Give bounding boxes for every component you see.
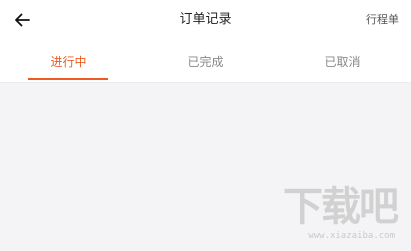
- tab-cancelled[interactable]: 已取消: [274, 40, 411, 82]
- watermark-main-text: 下载吧: [283, 183, 399, 230]
- itinerary-link[interactable]: 行程单: [366, 12, 399, 28]
- order-tabs: 进行中 已完成 已取消: [0, 40, 411, 83]
- header-bar: 订单记录 行程单: [0, 0, 411, 40]
- active-tab-indicator: [28, 78, 108, 80]
- watermark-logo: 下载吧 www.xiazaiba.com: [255, 175, 405, 245]
- watermark-url-text: www.xiazaiba.com: [308, 231, 395, 241]
- tab-completed[interactable]: 已完成: [137, 40, 274, 82]
- page-title: 订单记录: [179, 12, 232, 27]
- tab-in-progress[interactable]: 进行中: [0, 40, 137, 82]
